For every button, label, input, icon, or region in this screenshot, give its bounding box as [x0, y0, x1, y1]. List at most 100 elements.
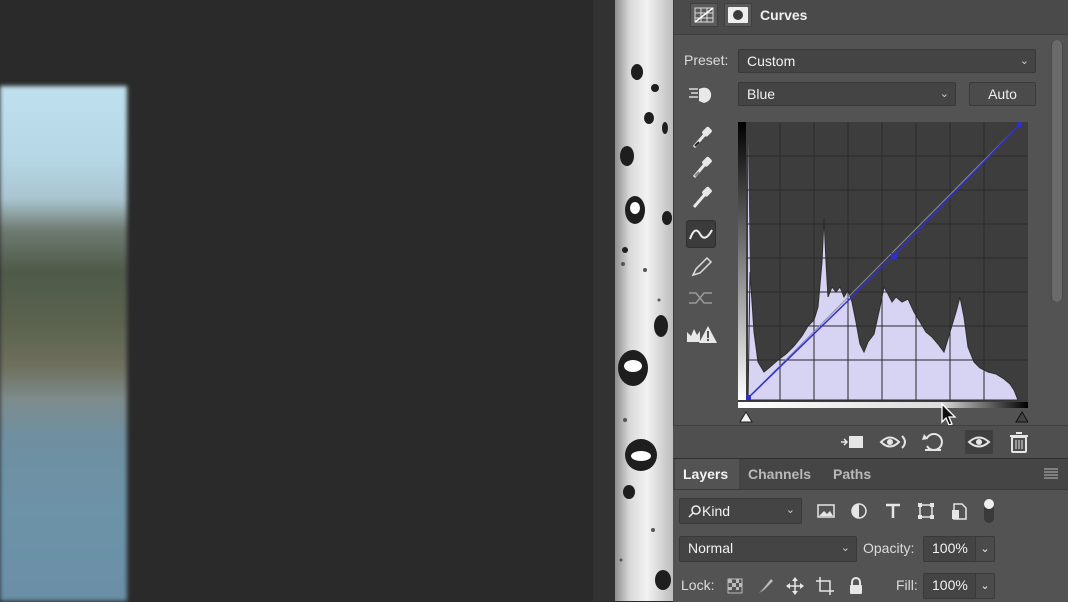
tab-paths[interactable]: Paths: [833, 466, 871, 482]
search-icon: [688, 505, 701, 518]
layers-panel: Layers Channels Paths Kind ⌄ Normal ⌄ Op…: [673, 458, 1068, 602]
smooth-curve-icon: [689, 292, 712, 304]
shape-icon: [918, 503, 934, 519]
kind-label: Kind: [702, 503, 731, 519]
delete-layer-icon: [1010, 432, 1028, 453]
white-input-slider-icon[interactable]: [1015, 411, 1029, 423]
type-icon: [886, 503, 900, 518]
fill-value: 100%: [932, 577, 968, 593]
input-slider-svg: [738, 402, 1029, 423]
tab-channels[interactable]: Channels: [748, 466, 811, 482]
layer-kind-filter[interactable]: Kind ⌄: [679, 498, 802, 524]
preset-value: Custom: [747, 53, 796, 69]
targeted-adjustment-tool[interactable]: [686, 81, 716, 109]
brush-icon: [759, 579, 773, 593]
scroll-thumb[interactable]: [1052, 40, 1062, 302]
water-drops-image: [615, 0, 673, 601]
chevron-down-icon: ⌄: [939, 88, 949, 100]
photo-preview: [0, 86, 127, 601]
water-drops-graphic: [618, 64, 672, 590]
checkerboard-icon: [727, 578, 743, 594]
toggle-visibility-button[interactable]: [965, 430, 993, 454]
fill-chevron-down-icon[interactable]: ⌄: [975, 573, 995, 599]
layers-tab-bar: Layers Channels Paths: [673, 459, 1068, 490]
view-previous-state-button[interactable]: [879, 430, 906, 454]
chevron-down-icon: ⌄: [1019, 55, 1029, 67]
panel-menu-icon[interactable]: [1044, 468, 1058, 480]
lock-transparent-pixels[interactable]: [725, 576, 745, 596]
curve-points-tool[interactable]: [686, 220, 716, 248]
white-point-eyedropper[interactable]: [686, 183, 716, 211]
panel-title: Curves: [760, 7, 808, 23]
curves-histogram-svg: [738, 122, 1028, 404]
channel-value: Blue: [747, 86, 776, 102]
gray-point-eyedropper-icon: [692, 156, 712, 178]
clipping-warning-icon: [687, 326, 717, 343]
document-canvas[interactable]: [0, 0, 593, 601]
lock-icon: [850, 577, 862, 594]
reset-adjustments-icon: [922, 433, 943, 451]
lock-artboard[interactable]: [815, 576, 835, 596]
properties-scrollbar[interactable]: [1051, 40, 1063, 302]
output-gradient: [738, 122, 746, 400]
toggle-switch-icon: [984, 499, 994, 523]
opacity-label: Opacity:: [863, 540, 915, 556]
adjustment-circle-icon: [851, 503, 867, 519]
opacity-value: 100%: [932, 540, 968, 556]
move-icon: [786, 577, 804, 595]
delete-layer-button[interactable]: [1006, 430, 1032, 454]
reset-adjustments-button[interactable]: [921, 430, 947, 454]
filter-type-layers[interactable]: [881, 500, 905, 522]
smooth-curve-tool[interactable]: [686, 283, 716, 311]
input-levels-slider[interactable]: [738, 402, 1029, 426]
filter-shape-layers[interactable]: [914, 500, 938, 522]
panel-separator: [593, 0, 615, 601]
curve-endpoint-white[interactable]: [1017, 122, 1022, 127]
black-input-slider-icon[interactable]: [739, 411, 753, 423]
channel-dropdown[interactable]: Blue ⌄: [738, 82, 956, 106]
chevron-down-icon: ⌄: [840, 542, 850, 554]
mask-icon: [728, 7, 748, 23]
fill-label: Fill:: [896, 577, 918, 593]
curve-endpoint-black[interactable]: [746, 395, 751, 400]
lock-all[interactable]: [846, 576, 866, 596]
auto-button[interactable]: Auto: [969, 82, 1036, 106]
grid-curves-icon: [694, 7, 714, 23]
smart-object-icon: [952, 503, 967, 520]
clip-to-layer-button[interactable]: [839, 430, 865, 454]
adjustment-layer-icon[interactable]: [690, 3, 718, 27]
filter-adjustment-layers[interactable]: [847, 500, 871, 522]
lock-position[interactable]: [785, 576, 805, 596]
tab-layers[interactable]: Layers: [683, 466, 728, 482]
gray-point-eyedropper[interactable]: [686, 153, 716, 181]
preset-label: Preset:: [684, 52, 729, 68]
clip-to-layer-icon: [841, 436, 863, 448]
properties-footer: [673, 425, 1068, 459]
lock-label: Lock:: [681, 577, 715, 593]
black-point-eyedropper-icon: [692, 126, 712, 148]
preset-dropdown[interactable]: Custom ⌄: [738, 49, 1036, 73]
toggle-visibility-icon: [967, 436, 991, 448]
properties-header: Curves: [674, 0, 1068, 35]
image-icon: [817, 504, 835, 518]
opacity-chevron-down-icon[interactable]: ⌄: [975, 536, 995, 562]
curve-points-icon: [689, 229, 713, 240]
clipping-warning-tool[interactable]: [686, 320, 717, 348]
layer-mask-icon[interactable]: [724, 3, 752, 27]
pencil-tool[interactable]: [686, 252, 716, 280]
curve-control-point[interactable]: [891, 253, 897, 259]
pencil-icon: [691, 256, 713, 277]
curves-graph[interactable]: [738, 122, 1028, 404]
lock-image-pixels[interactable]: [755, 576, 775, 596]
black-point-eyedropper[interactable]: [686, 123, 716, 151]
properties-panel: Curves Preset: Custom ⌄ Blue ⌄ Auto: [673, 0, 1068, 426]
filter-toggle-switch[interactable]: [982, 497, 1006, 523]
crop-artboard-icon: [816, 577, 834, 595]
white-point-eyedropper-icon: [692, 186, 712, 208]
blend-mode-value: Normal: [688, 540, 734, 556]
filter-smart-objects[interactable]: [947, 500, 971, 522]
chevron-down-icon: ⌄: [785, 504, 795, 516]
blend-mode-dropdown[interactable]: Normal ⌄: [679, 536, 857, 562]
filter-pixel-layers[interactable]: [814, 500, 838, 522]
view-previous-state-icon: [879, 435, 906, 449]
